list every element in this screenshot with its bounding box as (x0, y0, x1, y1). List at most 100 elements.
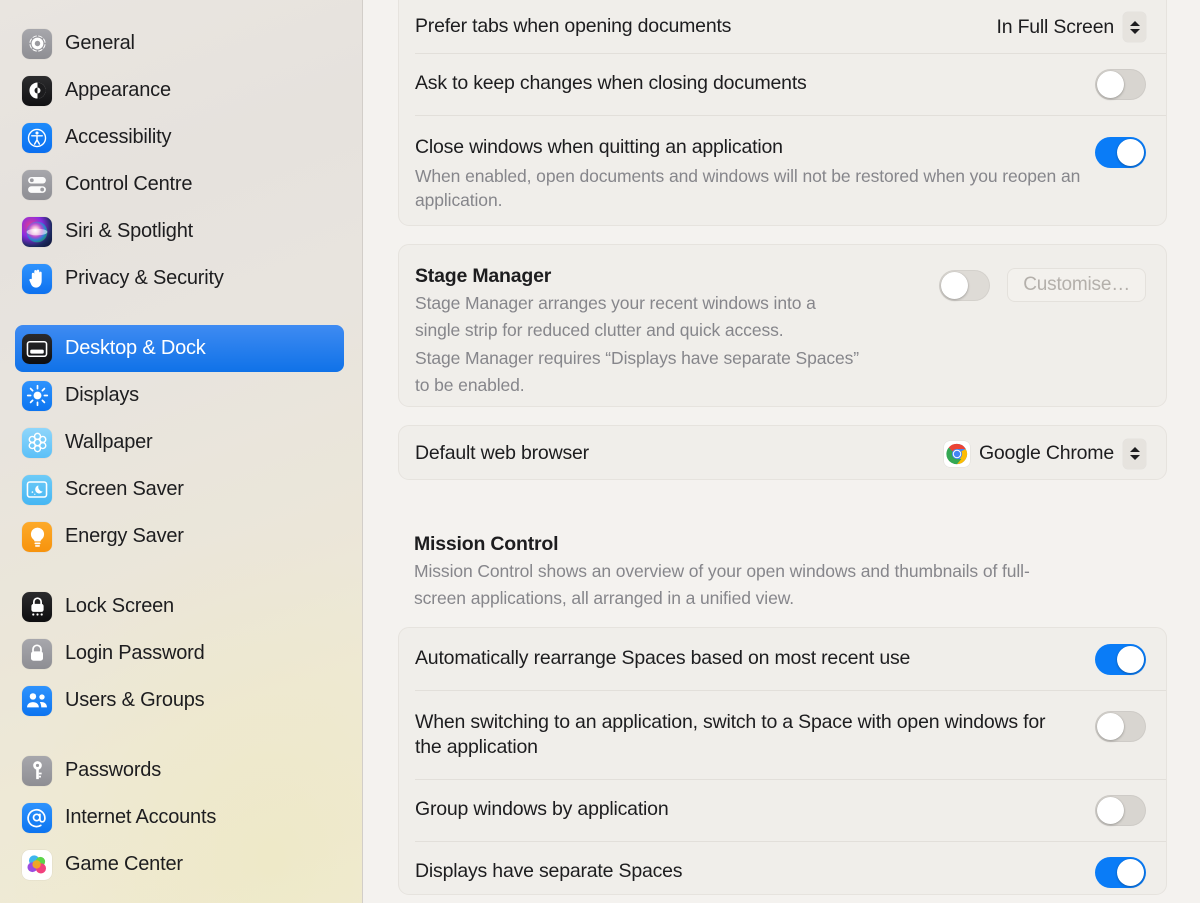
stage-manager-toggle[interactable] (939, 269, 991, 301)
stage-manager-controls: Customise… (939, 268, 1146, 302)
sidebar-item-label: Control Centre (65, 173, 193, 195)
displays-icon (22, 380, 52, 411)
settings-sidebar[interactable]: General Appearance Accessibility Control… (0, 0, 363, 903)
sidebar-item-accessibility[interactable]: Accessibility (15, 114, 344, 161)
stage-manager-row[interactable]: Stage Manager Stage Manager arranges you… (399, 245, 1166, 408)
sidebar-item-energy-saver[interactable]: Energy Saver (15, 513, 344, 560)
settings-content-pane: Prefer tabs when opening documents In Fu… (363, 0, 1200, 903)
sidebar-item-label: Screen Saver (65, 478, 184, 500)
sidebar-item-siri-spotlight[interactable]: Siri & Spotlight (15, 208, 344, 255)
chevron-up-down-icon[interactable] (1123, 438, 1146, 469)
sidebar-item-label: Desktop & Dock (65, 337, 206, 359)
sidebar-item-screen-saver[interactable]: Screen Saver (15, 466, 344, 513)
ask-keep-changes-row[interactable]: Ask to keep changes when closing documen… (399, 53, 1166, 115)
sidebar-item-wallpaper[interactable]: Wallpaper (15, 419, 344, 466)
game-center-icon (22, 849, 52, 880)
sidebar-item-users-groups[interactable]: Users & Groups (15, 677, 344, 724)
sidebar-item-general[interactable]: General (15, 20, 344, 67)
sidebar-group-divider (0, 560, 362, 583)
auto-rearrange-spaces-row[interactable]: Automatically rearrange Spaces based on … (399, 628, 1166, 690)
sidebar-item-desktop-dock[interactable]: Desktop & Dock (15, 325, 344, 372)
sidebar-item-game-center[interactable]: Game Center (15, 841, 344, 888)
wallpaper-icon (22, 427, 52, 458)
sidebar-group-divider (0, 724, 362, 747)
sidebar-item-internet-accounts[interactable]: Internet Accounts (15, 794, 344, 841)
prefer-tabs-label: Prefer tabs when opening documents (415, 15, 732, 38)
sidebar-item-label: Siri & Spotlight (65, 220, 193, 242)
sidebar-item-label: Energy Saver (65, 525, 184, 547)
sidebar-item-privacy-security[interactable]: Privacy & Security (15, 255, 344, 302)
sidebar-item-displays[interactable]: Displays (15, 372, 344, 419)
mission-control-card: Automatically rearrange Spaces based on … (398, 627, 1167, 895)
auto-rearrange-spaces-toggle[interactable] (1095, 643, 1146, 675)
sidebar-item-label: Wallpaper (65, 431, 153, 453)
mission-control-desc-line-1: Mission Control shows an overview of you… (414, 561, 1030, 581)
default-browser-card: Default web browser Google Chrome (398, 425, 1167, 480)
stage-manager-card: Stage Manager Stage Manager arranges you… (398, 244, 1167, 407)
sidebar-item-label: Game Center (65, 853, 183, 875)
sidebar-item-appearance[interactable]: Appearance (15, 67, 344, 114)
default-browser-label: Default web browser (415, 441, 589, 464)
ask-keep-changes-label: Ask to keep changes when closing documen… (415, 72, 807, 95)
switch-to-space-row[interactable]: When switching to an application, switch… (399, 690, 1166, 779)
mission-control-heading-block: Mission Control Mission Control shows an… (414, 533, 1160, 611)
stage-manager-title: Stage Manager (415, 265, 552, 287)
stage-manager-text: Stage Manager Stage Manager arranges you… (415, 265, 859, 397)
at-sign-icon (22, 802, 52, 833)
sidebar-item-passwords[interactable]: Passwords (15, 747, 344, 794)
close-windows-description: When enabled, open documents and windows… (415, 166, 1081, 210)
accessibility-icon (22, 122, 52, 153)
default-browser-row[interactable]: Default web browser Google Chrome (399, 426, 1166, 481)
default-browser-popup-button[interactable]: Google Chrome (943, 438, 1146, 469)
sidebar-item-label: General (65, 32, 135, 54)
stage-manager-customise-button[interactable]: Customise… (1007, 268, 1146, 302)
stage-manager-desc-line-1: Stage Manager arranges your recent windo… (415, 293, 816, 313)
group-windows-label: Group windows by application (415, 798, 669, 821)
siri-icon (22, 216, 52, 247)
sidebar-item-control-centre[interactable]: Control Centre (15, 161, 344, 208)
chrome-icon (943, 440, 970, 467)
login-password-icon (22, 638, 52, 669)
separate-spaces-row[interactable]: Displays have separate Spaces (399, 841, 1166, 903)
privacy-hand-icon (22, 263, 52, 294)
auto-rearrange-spaces-label: Automatically rearrange Spaces based on … (415, 647, 911, 670)
screen-saver-icon (22, 474, 52, 505)
group-windows-toggle[interactable] (1095, 794, 1146, 826)
ask-keep-changes-toggle[interactable] (1095, 68, 1146, 100)
close-windows-row[interactable]: Close windows when quitting an applicati… (399, 115, 1166, 227)
separate-spaces-toggle[interactable] (1095, 856, 1146, 888)
default-browser-value: Google Chrome (978, 442, 1114, 464)
close-windows-toggle[interactable] (1095, 137, 1146, 168)
sidebar-item-lock-screen[interactable]: Lock Screen (15, 583, 344, 630)
close-windows-text: Close windows when quitting an applicati… (415, 135, 1095, 212)
stage-manager-desc-line-2: single strip for reduced clutter and qui… (415, 320, 784, 341)
group-windows-row[interactable]: Group windows by application (399, 779, 1166, 841)
sidebar-group-divider (0, 302, 362, 325)
close-windows-label: Close windows when quitting an applicati… (415, 136, 783, 158)
sidebar-item-label: Login Password (65, 642, 205, 664)
sidebar-item-label: Passwords (65, 759, 162, 781)
stage-manager-desc-line-3: Stage Manager requires “Displays have se… (415, 347, 860, 368)
windows-settings-card: Prefer tabs when opening documents In Fu… (398, 0, 1167, 226)
key-icon (22, 755, 52, 786)
sidebar-item-label: Users & Groups (65, 689, 205, 711)
sidebar-item-label: Accessibility (65, 126, 172, 148)
mission-control-desc-line-2: screen applications, all arranged in a u… (414, 588, 795, 609)
sidebar-list: General Appearance Accessibility Control… (0, 20, 362, 888)
stage-manager-desc-line-4: to be enabled. (415, 374, 525, 395)
energy-saver-icon (22, 521, 52, 552)
gear-icon (22, 28, 52, 59)
appearance-icon (22, 75, 52, 106)
prefer-tabs-popup-button[interactable]: In Full Screen (996, 12, 1146, 42)
chevron-up-down-icon[interactable] (1123, 12, 1146, 42)
sidebar-item-label: Privacy & Security (65, 267, 224, 289)
prefer-tabs-row[interactable]: Prefer tabs when opening documents In Fu… (399, 0, 1166, 53)
mission-control-title: Mission Control (414, 533, 559, 555)
desktop-dock-icon (22, 333, 52, 364)
sidebar-item-label: Appearance (65, 79, 171, 101)
switch-to-space-label: When switching to an application, switch… (415, 711, 1046, 759)
switch-to-space-toggle[interactable] (1095, 711, 1146, 742)
lock-screen-icon (22, 591, 52, 622)
sidebar-item-login-password[interactable]: Login Password (15, 630, 344, 677)
sidebar-item-label: Internet Accounts (65, 806, 217, 828)
